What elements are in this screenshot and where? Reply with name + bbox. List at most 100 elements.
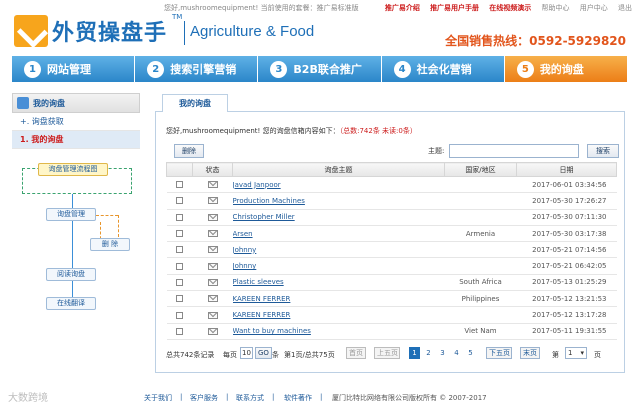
inquiry-date: 2017-06-01 03:34:56	[516, 176, 617, 194]
sidebar-heading: 我的询盘	[12, 93, 140, 113]
jump-page-select[interactable]: 1 ▾	[565, 347, 587, 359]
row-checkbox[interactable]	[176, 311, 183, 319]
nav-label: 我的询盘	[539, 63, 584, 76]
link-video-demo[interactable]: 在线视频演示	[489, 4, 531, 12]
column-header-subject: 询盘主题	[232, 162, 445, 177]
row-checkbox[interactable]	[176, 278, 183, 286]
subject-search-input[interactable]	[449, 144, 579, 158]
inquiry-date: 2017-05-13 01:25:29	[516, 274, 617, 292]
footer-link-service[interactable]: 客户服务	[190, 393, 218, 403]
nav-social-marketing[interactable]: 4 社会化营销	[381, 56, 505, 82]
first-page-button[interactable]: 首页	[346, 347, 366, 359]
table-row[interactable]: Johnny 2017-05-21 06:42:05	[166, 257, 617, 275]
inquiry-date: 2017-05-30 17:26:27	[516, 192, 617, 210]
row-checkbox[interactable]	[176, 246, 183, 254]
envelope-icon	[207, 295, 218, 303]
table-row[interactable]: Want to buy machines Viet Nam 2017-05-11 1…	[166, 323, 617, 340]
inquiry-date: 2017-05-12 13:17:28	[516, 306, 617, 324]
nav-b2b-promotion[interactable]: 3 B2B联合推广	[258, 56, 382, 82]
inquiry-subject-link[interactable]: Arsen	[233, 230, 253, 238]
envelope-icon	[207, 246, 218, 254]
inquiry-region: Philippines	[444, 290, 517, 308]
row-checkbox[interactable]	[176, 262, 183, 270]
flow-step-read[interactable]: 阅读询盘	[46, 268, 96, 281]
nav-my-inquiries[interactable]: 5 我的询盘	[504, 56, 629, 82]
footer-link-contact[interactable]: 联系方式	[236, 393, 264, 403]
envelope-icon	[207, 230, 218, 238]
row-checkbox[interactable]	[176, 197, 183, 205]
flow-branch-line	[118, 215, 119, 237]
link-user-center[interactable]: 用户中心	[580, 4, 608, 12]
delete-button[interactable]: 删除	[174, 144, 204, 158]
nav-seo-marketing[interactable]: 2 搜索引擎营销	[135, 56, 259, 82]
envelope-icon	[207, 278, 218, 286]
search-button[interactable]: 搜索	[587, 144, 619, 158]
row-checkbox[interactable]	[176, 181, 183, 189]
row-checkbox[interactable]	[176, 213, 183, 221]
jump-page-value: 1	[568, 349, 573, 357]
inquiry-subject-link[interactable]: Christopher Miller	[233, 213, 295, 221]
link-help-center[interactable]: 帮助中心	[542, 4, 570, 12]
table-row[interactable]: Plastic sleeves South Africa 2017-05-13 01…	[166, 274, 617, 292]
footer-separator: |	[226, 393, 229, 401]
next-five-pages-button[interactable]: 下五页	[486, 347, 512, 359]
page-link-4[interactable]: 4	[451, 347, 462, 359]
go-button[interactable]: GO	[255, 347, 272, 359]
row-checkbox[interactable]	[176, 295, 183, 303]
inquiry-subject-link[interactable]: KAREEN FERRER	[233, 295, 291, 303]
footer-link-copyright-work[interactable]: 软件著作	[284, 393, 312, 403]
link-manual[interactable]: 推广易用户手册	[430, 4, 479, 12]
total-records: 总共742条记录	[166, 351, 215, 359]
row-checkbox[interactable]	[176, 327, 183, 335]
page-link-3[interactable]: 3	[437, 347, 448, 359]
table-row[interactable]: KAREEN FERRER Philippines 2017-05-12 13:21…	[166, 290, 617, 308]
inquiry-region	[444, 257, 517, 275]
table-row[interactable]: Johnny 2017-05-21 07:14:56	[166, 241, 617, 259]
inquiry-panel: 您好,mushroomequipment! 您的询盘信箱内容如下：（总数:742…	[155, 111, 625, 373]
inquiry-subject-link[interactable]: Johnny	[233, 246, 257, 254]
page-link-5[interactable]: 5	[465, 347, 476, 359]
flow-step-translate[interactable]: 在线翻译	[46, 297, 96, 310]
inquiry-subject-link[interactable]: Johnny	[233, 262, 257, 270]
page-link-2[interactable]: 2	[423, 347, 434, 359]
row-checkbox[interactable]	[176, 230, 183, 238]
per-page-input[interactable]: 10	[240, 347, 253, 359]
tab-my-inquiries[interactable]: 我的询盘	[162, 94, 228, 112]
inquiry-flow-chart: 询盘管理流程图 询盘管理 删 除 阅读询盘 在线翻译	[12, 158, 140, 318]
page-info: 第1页/总共75页	[284, 351, 335, 359]
nav-step-number: 5	[516, 60, 534, 78]
inquiry-date: 2017-05-21 07:14:56	[516, 241, 617, 259]
link-intro[interactable]: 推广易介绍	[385, 4, 420, 12]
table-row[interactable]: Production Machines 2017-05-30 17:26:27	[166, 192, 617, 210]
nav-step-number: 2	[147, 60, 165, 78]
flow-step-delete[interactable]: 删 除	[90, 238, 130, 251]
inquiry-date: 2017-05-11 19:31:55	[516, 323, 617, 340]
inquiry-region	[444, 306, 517, 324]
inquiry-subject-link[interactable]: KAREEN FERRER	[233, 311, 291, 319]
link-logout[interactable]: 退出	[618, 4, 632, 12]
footer-link-about[interactable]: 关于我们	[144, 393, 172, 403]
subject-search-label: 主题:	[428, 147, 445, 155]
flow-step-manage[interactable]: 询盘管理	[46, 208, 96, 221]
column-header-region: 国家/地区	[444, 162, 517, 177]
sidebar-item-my-inquiries[interactable]: 1. 我的询盘	[12, 131, 140, 149]
page-link-1[interactable]: 1	[409, 347, 420, 359]
per-page-unit: 条	[272, 351, 279, 359]
inquiry-region	[444, 241, 517, 259]
table-row[interactable]: KAREEN FERRER 2017-05-12 13:17:28	[166, 306, 617, 324]
prev-five-pages-button[interactable]: 上五页	[374, 347, 400, 359]
table-row[interactable]: Christopher Miller 2017-05-30 07:11:30	[166, 209, 617, 226]
sidebar-item-get-inquiries[interactable]: +. 询盘获取	[12, 113, 140, 131]
brand-logo[interactable]: 外贸操盘手 TM Agriculture & Food	[14, 11, 314, 49]
inquiry-subject-link[interactable]: Want to buy machines	[233, 327, 311, 335]
nav-site-management[interactable]: 1 网站管理	[12, 56, 136, 82]
inquiry-subject-link[interactable]: Plastic sleeves	[233, 278, 284, 286]
last-page-button[interactable]: 末页	[520, 347, 540, 359]
inquiry-subject-link[interactable]: Javad Janpoor	[233, 181, 281, 189]
inquiry-subject-link[interactable]: Production Machines	[233, 197, 305, 205]
main-nav: 1 网站管理 2 搜索引擎营销 3 B2B联合推广 4 社会化营销 5 我的询盘	[12, 56, 629, 82]
inquiry-date: 2017-05-30 03:17:38	[516, 225, 617, 243]
footer-separator: |	[180, 393, 183, 401]
table-row[interactable]: Arsen Armenia 2017-05-30 03:17:38	[166, 225, 617, 243]
table-row[interactable]: Javad Janpoor 2017-06-01 03:34:56	[166, 176, 617, 194]
